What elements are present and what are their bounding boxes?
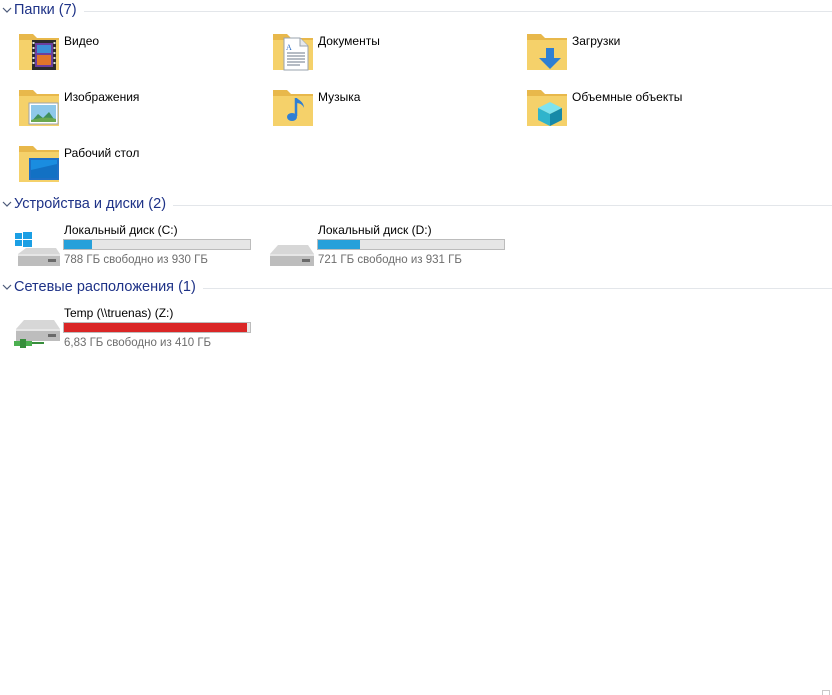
drive-usage-bar (63, 322, 251, 333)
drive-usage-bar (317, 239, 505, 250)
folder-downloads[interactable]: Загрузки (524, 28, 764, 78)
music-folder-icon (270, 84, 318, 132)
chevron-down-icon[interactable] (0, 277, 14, 297)
chevron-down-icon[interactable] (0, 0, 14, 20)
desktop-folder-icon (16, 140, 64, 188)
folder-video[interactable]: Видео (16, 28, 256, 78)
drive-free-space: 788 ГБ свободно из 930 ГБ (64, 254, 208, 266)
folder-label: Видео (64, 34, 100, 48)
group-title-devices: Устройства и диски (2) (14, 196, 167, 212)
pictures-folder-icon (16, 84, 64, 132)
network-drive-icon (14, 305, 64, 353)
downloads-folder-icon (524, 28, 572, 76)
folder-label: Загрузки (572, 34, 621, 48)
this-pc-view: Папки (7) Видео A Документы Загрузки Изо… (0, 0, 832, 695)
drive-d[interactable]: Локальный диск (D:) 721 ГБ свободно из 9… (268, 222, 518, 270)
resize-grip (822, 690, 830, 695)
folder-music[interactable]: Музыка (270, 84, 510, 134)
drive-label: Локальный диск (D:) (318, 223, 432, 237)
drive-label: Локальный диск (C:) (64, 223, 178, 237)
folder-desktop[interactable]: Рабочий стол (16, 140, 256, 190)
chevron-down-icon[interactable] (0, 194, 14, 214)
drive-usage-fill (318, 240, 361, 249)
group-divider (202, 287, 832, 289)
folder-label: Рабочий стол (64, 146, 140, 160)
group-divider (173, 204, 832, 206)
drive-free-space: 6,83 ГБ свободно из 410 ГБ (64, 337, 212, 349)
folder-label: Музыка (318, 90, 361, 104)
group-title-network: Сетевые расположения (1) (14, 279, 196, 295)
group-header-devices[interactable]: Устройства и диски (2) (0, 194, 832, 214)
drive-usage-bar (63, 239, 251, 250)
windows-drive-icon (14, 222, 64, 270)
folder-3d-objects[interactable]: Объемные объекты (524, 84, 764, 134)
hard-drive-icon (268, 222, 318, 270)
drive-c[interactable]: Локальный диск (C:) 788 ГБ свободно из 9… (14, 222, 264, 270)
network-drive-z[interactable]: Temp (\\truenas) (Z:) 6,83 ГБ свободно и… (14, 305, 264, 353)
folder-label: Документы (318, 34, 380, 48)
svg-text:A: A (286, 43, 292, 52)
folder-label: Изображения (64, 90, 140, 104)
video-folder-icon (16, 28, 64, 76)
drive-usage-fill (64, 240, 93, 249)
drive-free-space: 721 ГБ свободно из 931 ГБ (318, 254, 462, 266)
folder-documents[interactable]: A Документы (270, 28, 510, 78)
documents-folder-icon: A (270, 28, 318, 76)
folder-pictures[interactable]: Изображения (16, 84, 256, 134)
group-header-folders[interactable]: Папки (7) (0, 0, 832, 20)
group-header-network[interactable]: Сетевые расположения (1) (0, 277, 832, 297)
3d-objects-folder-icon (524, 84, 572, 132)
drive-usage-fill (64, 323, 247, 332)
folder-label: Объемные объекты (572, 90, 683, 104)
group-title-folders: Папки (7) (14, 2, 77, 18)
group-divider (83, 10, 832, 12)
drive-label: Temp (\\truenas) (Z:) (64, 306, 174, 320)
